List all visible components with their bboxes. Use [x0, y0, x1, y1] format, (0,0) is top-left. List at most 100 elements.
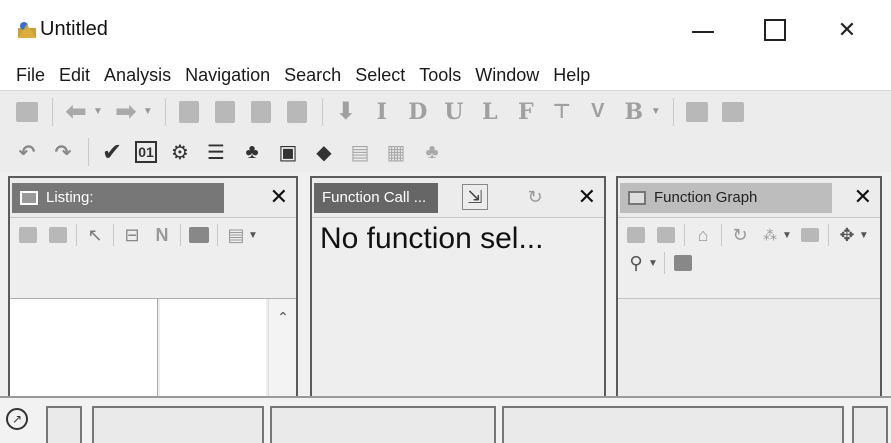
- label-letter-icon[interactable]: L: [477, 99, 503, 125]
- refresh-icon[interactable]: ↻: [522, 184, 548, 210]
- zoom-icon[interactable]: ⚲: [624, 252, 648, 274]
- chip-icon[interactable]: ▣: [275, 140, 301, 164]
- script-icon[interactable]: ⚙: [167, 140, 193, 164]
- refresh-icon[interactable]: ↻: [728, 224, 752, 246]
- tab-function-call[interactable]: Function Call ...: [314, 182, 438, 213]
- toolbar-separator: [684, 224, 685, 246]
- hierarchy-icon[interactable]: ♣: [419, 140, 445, 164]
- menu-window[interactable]: Window: [475, 65, 539, 86]
- graph-layout-icon[interactable]: ⁂: [758, 224, 782, 246]
- cursor-icon[interactable]: ↖: [83, 224, 107, 246]
- toolbar-separator: [52, 97, 53, 126]
- status-field-3: [270, 406, 496, 443]
- maximize-button[interactable]: [746, 8, 804, 52]
- status-field-2: [92, 406, 264, 443]
- table-icon[interactable]: ▦: [383, 140, 409, 164]
- minimize-button[interactable]: [674, 8, 732, 52]
- redo-icon[interactable]: ↷: [50, 140, 76, 164]
- layout-dropdown-icon[interactable]: ▼: [248, 230, 258, 241]
- function-call-header: Function Call ... ⇲ ↻ ✕: [312, 178, 604, 218]
- next-instruction-icon[interactable]: [212, 100, 238, 124]
- toolbar-separator: [827, 224, 829, 246]
- function-graph-close-button[interactable]: ✕: [854, 184, 872, 210]
- home-icon[interactable]: ⌂: [691, 224, 715, 246]
- title-bar: Untitled ✕: [0, 0, 891, 60]
- data-letter-icon[interactable]: D: [405, 99, 431, 125]
- forward-arrow-icon[interactable]: ➡: [113, 96, 139, 126]
- layout-icon[interactable]: ▤: [224, 224, 248, 246]
- toolbar-separator: [113, 224, 114, 246]
- tree-icon[interactable]: ♣: [239, 140, 265, 164]
- toolbar-separator: [88, 138, 89, 166]
- instruction-letter-icon[interactable]: I: [369, 99, 395, 125]
- toolbar-separator: [217, 224, 218, 246]
- merge-icon[interactable]: [684, 100, 710, 124]
- zoom-dropdown-icon[interactable]: ▼: [648, 258, 658, 269]
- listing-header: Listing: ✕: [10, 178, 296, 218]
- function-graph-panel: Function Graph ✕ ⌂ ↻ ⁂ ▼ ✥ ▼ ⚲ ▼: [616, 176, 882, 424]
- undo-icon[interactable]: ↶: [14, 140, 40, 164]
- function-call-panel: Function Call ... ⇲ ↻ ✕ No function sel.…: [310, 176, 606, 424]
- bookmark-dropdown-icon[interactable]: ▼: [651, 106, 661, 117]
- snapshot-icon[interactable]: N: [150, 224, 174, 246]
- menu-analysis[interactable]: Analysis: [104, 65, 171, 86]
- tab-listing[interactable]: Listing:: [12, 182, 224, 213]
- merge-alt-icon[interactable]: [720, 100, 746, 124]
- back-arrow-icon[interactable]: ⬅: [63, 96, 89, 126]
- back-dropdown-icon[interactable]: ▼: [93, 106, 103, 117]
- paste-icon[interactable]: [46, 224, 70, 246]
- menu-file[interactable]: File: [16, 65, 45, 86]
- tab-function-graph[interactable]: Function Graph: [620, 182, 832, 213]
- toolbox-icon[interactable]: [671, 252, 695, 274]
- next-undefined-icon[interactable]: [248, 100, 274, 124]
- menu-help[interactable]: Help: [553, 65, 590, 86]
- menu-bar: File Edit Analysis Navigation Search Sel…: [0, 60, 891, 90]
- copy-icon[interactable]: [16, 224, 40, 246]
- menu-search[interactable]: Search: [284, 65, 341, 86]
- toolbar-separator: [663, 252, 665, 274]
- function-letter-icon[interactable]: F: [513, 99, 539, 125]
- navigate-icon[interactable]: ⇲: [462, 184, 488, 210]
- console-status-icon[interactable]: ↗: [6, 408, 28, 430]
- move-dropdown-icon[interactable]: ▼: [859, 230, 869, 241]
- toolbox-icon[interactable]: [187, 224, 211, 246]
- close-window-button[interactable]: ✕: [818, 8, 876, 52]
- field-edit-icon[interactable]: ⊟: [120, 224, 144, 246]
- move-icon[interactable]: ✥: [835, 224, 859, 246]
- diamond-icon[interactable]: ◆: [311, 140, 337, 164]
- next-data-icon[interactable]: [176, 100, 202, 124]
- menu-select[interactable]: Select: [355, 65, 405, 86]
- format-icon[interactable]: [798, 224, 822, 246]
- status-field-4: [502, 406, 844, 443]
- bookmark-letter-icon[interactable]: B: [621, 99, 647, 125]
- graph-layout-dropdown-icon[interactable]: ▼: [782, 230, 792, 241]
- checkmark-icon[interactable]: ✔: [99, 139, 125, 166]
- ghidra-app-icon: [18, 22, 36, 38]
- listing-tab-icon: [20, 190, 38, 205]
- undefined-letter-icon[interactable]: U: [441, 99, 467, 125]
- menu-edit[interactable]: Edit: [59, 65, 90, 86]
- listing-view-icon[interactable]: ☰: [203, 140, 229, 164]
- bytes-icon[interactable]: 01: [135, 141, 157, 163]
- scroll-up-icon[interactable]: ⌃: [269, 309, 297, 326]
- menu-tools[interactable]: Tools: [419, 65, 461, 86]
- listing-panel: Listing: ✕ ↖ ⊟ N ▤ ▼ ⌃ ⌄: [8, 176, 298, 424]
- toolbar-separator: [76, 224, 77, 246]
- flow-v-icon[interactable]: V: [585, 100, 611, 124]
- down-arrow-icon[interactable]: ⬇: [333, 98, 359, 125]
- next-label-icon[interactable]: [284, 100, 310, 124]
- listing-close-button[interactable]: ✕: [270, 184, 288, 210]
- menu-navigation[interactable]: Navigation: [185, 65, 270, 86]
- function-call-title: Function Call ...: [322, 189, 427, 206]
- toolbar-separator: [721, 224, 722, 246]
- paste-icon[interactable]: [654, 224, 678, 246]
- function-call-close-button[interactable]: ✕: [578, 184, 596, 210]
- function-graph-toolbar: ⌂ ↻ ⁂ ▼ ✥ ▼ ⚲ ▼: [618, 218, 880, 280]
- copy-icon[interactable]: [624, 224, 648, 246]
- forward-dropdown-icon[interactable]: ▼: [143, 106, 153, 117]
- window-title: Untitled: [40, 18, 108, 40]
- save-icon[interactable]: [14, 100, 40, 124]
- flow-t-icon[interactable]: ⊤: [549, 100, 575, 124]
- document-icon[interactable]: ▤: [347, 140, 373, 164]
- secondary-toolbar: ↶ ↷ ✔ 01 ⚙ ☰ ♣ ▣ ◆ ▤ ▦ ♣: [0, 132, 891, 172]
